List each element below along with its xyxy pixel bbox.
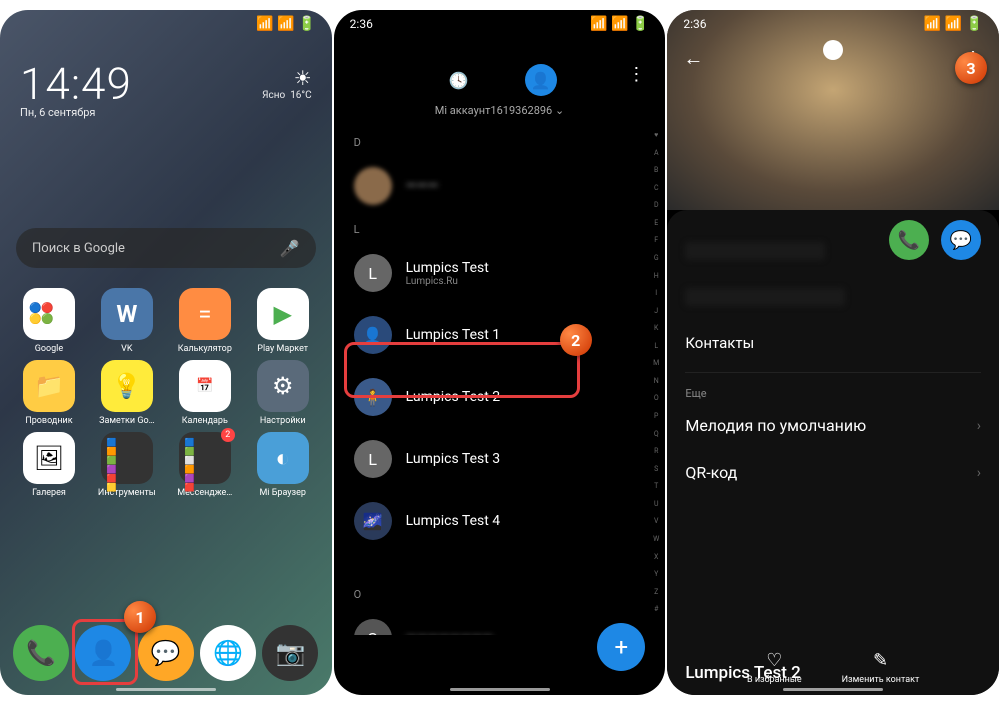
back-button[interactable]: ← (683, 46, 703, 71)
dock-chrome-icon[interactable]: 🌐 (200, 625, 256, 681)
app-grid: 🔵🔴🟡🟢Google WVK =Калькулятор ▶Play Маркет… (12, 288, 320, 498)
contact-detail-screen: 2:36 📶 📶 🔋 ← ⋮ Lumpics Test 2 Контакты Е… (667, 10, 999, 695)
app-settings[interactable]: ⚙Настройки (246, 360, 320, 426)
app-messengers-folder[interactable]: 🟦🟩⬜🟧🟪🟥2Мессендже… (168, 432, 242, 498)
clock-widget[interactable]: 14:49 Пн, 6 сентября (20, 58, 132, 119)
marker-3: 3 (955, 52, 987, 84)
status-icons: 📶 📶 🔋 (590, 16, 649, 32)
tab-recent[interactable]: 🕓 (443, 64, 475, 96)
app-notes[interactable]: 💡Заметки Go… (90, 360, 164, 426)
app-gallery[interactable]: 🖼Галерея (12, 432, 86, 498)
app-vk[interactable]: WVK (90, 288, 164, 354)
app-tools-folder[interactable]: 🟦🟧🟩🟪🟥🟨Инструменты (90, 432, 164, 498)
qr-row[interactable]: QR-код› (667, 449, 999, 496)
dock-phone-icon[interactable]: 📞 (13, 625, 69, 681)
section-more: Еще (667, 379, 999, 402)
weather-widget[interactable]: ☀ Ясно 16°C (262, 66, 312, 101)
contact-name-title: Lumpics Test 2 (685, 663, 800, 683)
contact-row[interactable]: 🌌Lumpics Test 4 (334, 490, 640, 552)
status-bar: 📶 📶 🔋 (0, 10, 332, 38)
tab-contacts[interactable]: 👤 (525, 64, 557, 96)
alphabet-index[interactable]: ♥ABCDEFGHIJKLMNOPQRSTUVWXYZ# (653, 130, 659, 615)
contact-header-photo (667, 10, 999, 210)
account-selector[interactable]: Mi аккаунт1619362896 ⌄ (334, 104, 666, 117)
add-contact-fab[interactable]: + (597, 623, 645, 671)
nav-indicator (450, 688, 550, 691)
highlight-contact (344, 342, 580, 398)
highlight-contacts (72, 619, 138, 685)
more-menu-icon[interactable]: ⋮ (627, 64, 645, 85)
app-mi-browser[interactable]: ◐Mi Браузер (246, 432, 320, 498)
app-calendar[interactable]: 📅Календарь (168, 360, 242, 426)
message-button[interactable]: 💬 (941, 220, 981, 260)
contact-actions: 📞 💬 (889, 220, 981, 260)
dock-camera-icon[interactable]: 📷 (262, 625, 318, 681)
edit-icon: ✎ (873, 650, 888, 671)
contacts-list-screen: 2:36 📶 📶 🔋 🕓 👤 ⋮ Mi аккаунт1619362896 ⌄ … (334, 10, 666, 695)
nav-indicator (116, 688, 216, 691)
status-icons: 📶 📶 🔋 (924, 16, 983, 32)
search-placeholder: Поиск в Google (32, 241, 125, 256)
status-bar: 2:36 📶 📶 🔋 (667, 10, 999, 38)
nav-indicator (783, 688, 883, 691)
status-time: 2:36 (683, 17, 706, 31)
section-o: O (334, 582, 640, 607)
section-l: L (334, 217, 640, 242)
marker-2: 2 (560, 324, 592, 356)
app-play-market[interactable]: ▶Play Маркет (246, 288, 320, 354)
clock-time: 14:49 (20, 58, 132, 110)
google-search-bar[interactable]: Поиск в Google 🎤 (16, 228, 316, 268)
contact-row[interactable]: O———————— (334, 607, 640, 635)
ringtone-row[interactable]: Мелодия по умолчанию› (667, 402, 999, 449)
home-screen: 📶 📶 🔋 14:49 Пн, 6 сентября ☀ Ясно 16°C П… (0, 10, 332, 695)
marker-1: 1 (124, 601, 156, 633)
edit-contact-button[interactable]: ✎Изменить контакт (842, 650, 920, 685)
weather-icon: ☀ (262, 66, 312, 90)
chevron-down-icon: ⌄ (555, 104, 564, 117)
dock-messages-icon[interactable]: 💬 (138, 625, 194, 681)
status-time: 2:36 (350, 17, 373, 31)
contact-row[interactable]: LLumpics TestLumpics.Ru (334, 242, 640, 304)
call-button[interactable]: 📞 (889, 220, 929, 260)
section-contacts: Контакты (667, 320, 999, 366)
email-row[interactable] (667, 274, 999, 320)
chevron-right-icon: › (977, 465, 981, 481)
contacts-tabs: 🕓 👤 (334, 56, 666, 104)
app-google[interactable]: 🔵🔴🟡🟢Google (12, 288, 86, 354)
status-icons: 📶 📶 🔋 (256, 16, 315, 32)
app-explorer[interactable]: 📁Проводник (12, 360, 86, 426)
contact-row[interactable]: LLumpics Test 3 (334, 428, 640, 490)
status-bar: 2:36 📶 📶 🔋 (334, 10, 666, 38)
app-calculator[interactable]: =Калькулятор (168, 288, 242, 354)
mic-icon[interactable]: 🎤 (280, 239, 300, 258)
detail-sheet: Контакты Еще Мелодия по умолчанию› QR-ко… (667, 210, 999, 695)
chevron-right-icon: › (977, 418, 981, 434)
section-d: D (334, 130, 640, 155)
dock: 📞 👤 💬 🌐 📷 (0, 625, 332, 681)
contact-row[interactable]: ——— (334, 155, 640, 217)
clock-date: Пн, 6 сентября (20, 106, 132, 119)
